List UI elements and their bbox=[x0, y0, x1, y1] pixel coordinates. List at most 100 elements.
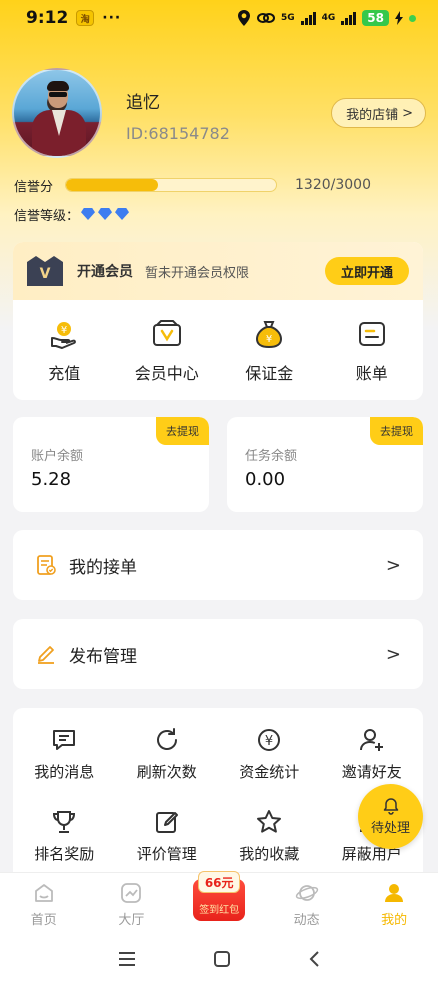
credit-progress-bar bbox=[65, 178, 278, 192]
credit-progress-fill bbox=[66, 179, 159, 191]
my-orders-row[interactable]: 我的接单 > bbox=[13, 530, 423, 600]
credit-level-diamonds bbox=[81, 208, 132, 220]
system-navigation-bar bbox=[0, 936, 438, 981]
redpacket-label: 签到红包 bbox=[199, 905, 240, 916]
pending-label: 待处理 bbox=[370, 821, 410, 836]
credit-level-label: 信誉等级： bbox=[14, 208, 80, 224]
my-shop-button[interactable]: 我的店铺 > bbox=[331, 98, 426, 128]
vip-banner: V 开通会员 暂未开通会员权限 立即开通 bbox=[13, 242, 423, 300]
orders-icon bbox=[37, 555, 56, 575]
tab-hall[interactable]: 大厅 bbox=[88, 873, 176, 936]
bill-button[interactable]: 账单 bbox=[321, 300, 424, 400]
tab-hall-label: 大厅 bbox=[118, 913, 145, 928]
vip-center-icon bbox=[152, 320, 181, 346]
tab-dynamics-label: 动态 bbox=[293, 913, 320, 928]
menu-icon[interactable] bbox=[118, 951, 136, 967]
vip-title: 开通会员 bbox=[77, 264, 133, 280]
deposit-icon: ¥ bbox=[256, 321, 283, 349]
quick-actions: ¥ 充值 会员中心 ¥ 保证金 账单 bbox=[13, 300, 423, 400]
deposit-label: 保证金 bbox=[245, 364, 294, 383]
privacy-indicator-icon bbox=[409, 14, 416, 22]
pencil-icon bbox=[38, 646, 54, 664]
funds-icon: ¥ bbox=[258, 729, 281, 751]
network-4g-label: 4G bbox=[321, 13, 336, 23]
invite-user-icon bbox=[359, 729, 383, 751]
tab-dynamics[interactable]: 动态 bbox=[263, 873, 351, 936]
account-balance-label: 账户余额 bbox=[31, 449, 84, 464]
activate-vip-button[interactable]: 立即开通 bbox=[324, 257, 409, 285]
bell-icon bbox=[383, 798, 398, 815]
charging-icon bbox=[395, 11, 403, 25]
tab-mine[interactable]: 我的 bbox=[350, 873, 438, 936]
deposit-button[interactable]: ¥ 保证金 bbox=[218, 300, 321, 400]
chevron-right-icon: > bbox=[385, 643, 401, 665]
recharge-label: 充值 bbox=[48, 364, 81, 383]
credit-score-label: 信誉分 bbox=[14, 179, 54, 195]
ranking-rewards-button[interactable]: 排名奖励 bbox=[13, 790, 116, 872]
refresh-icon bbox=[156, 728, 177, 750]
vip-center-label: 会员中心 bbox=[134, 364, 199, 383]
account-balance-card[interactable]: 去提现 账户余额 5.28 bbox=[13, 417, 209, 512]
my-messages-button[interactable]: 我的消息 bbox=[13, 708, 116, 790]
status-right: 5G 4G 58 bbox=[237, 10, 416, 26]
edit-review-icon bbox=[155, 812, 178, 833]
redpacket-amount: 66元 bbox=[198, 871, 241, 893]
recharge-button[interactable]: ¥ 充值 bbox=[13, 300, 116, 400]
withdraw-button[interactable]: 去提现 bbox=[156, 417, 209, 445]
credit-score-value: 1320/3000 bbox=[295, 177, 371, 193]
battery-level: 58 bbox=[362, 10, 389, 26]
back-icon[interactable] bbox=[308, 950, 320, 968]
task-balance-card[interactable]: 去提现 任务余额 0.00 bbox=[227, 417, 423, 512]
chevron-right-icon: > bbox=[402, 105, 413, 121]
review-management-button[interactable]: 评价管理 bbox=[116, 790, 219, 872]
status-time: 9:12 bbox=[26, 8, 69, 28]
vip-crown-icon: V bbox=[27, 256, 63, 286]
message-icon bbox=[53, 730, 76, 750]
recharge-icon: ¥ bbox=[51, 322, 77, 349]
signal-icon-2 bbox=[341, 11, 357, 25]
avatar[interactable] bbox=[12, 68, 102, 158]
signal-icon bbox=[300, 11, 316, 25]
funds-stats-button[interactable]: ¥ 资金统计 bbox=[218, 708, 321, 790]
tab-home-label: 首页 bbox=[30, 913, 57, 928]
user-id: ID:68154782 bbox=[126, 124, 230, 143]
diamond-icon bbox=[115, 208, 130, 220]
home-square-icon[interactable] bbox=[213, 950, 231, 968]
credit-score-row: 信誉分 1320/3000 bbox=[14, 176, 424, 195]
account-balance-value: 5.28 bbox=[31, 469, 72, 490]
diamond-icon bbox=[81, 208, 96, 220]
ranking-rewards-label: 排名奖励 bbox=[34, 845, 95, 863]
my-favorites-label: 我的收藏 bbox=[239, 845, 300, 863]
task-balance-value: 0.00 bbox=[245, 469, 286, 490]
tab-home[interactable]: 首页 bbox=[0, 873, 88, 936]
notification-app-icon: 淘 bbox=[76, 10, 95, 26]
tab-checkin-redpacket[interactable]: 66元 签到红包 bbox=[175, 871, 263, 936]
tab-mine-label: 我的 bbox=[381, 913, 408, 928]
bill-icon bbox=[358, 322, 385, 346]
network-5g-label: 5G bbox=[280, 13, 295, 23]
svg-text:¥: ¥ bbox=[266, 334, 272, 345]
invite-friends-button[interactable]: 邀请好友 bbox=[321, 708, 424, 790]
link-icon bbox=[256, 13, 275, 23]
my-favorites-button[interactable]: 我的收藏 bbox=[218, 790, 321, 872]
pending-floating-button[interactable]: 待处理 bbox=[358, 784, 423, 849]
username: 追忆 bbox=[126, 93, 160, 113]
diamond-icon bbox=[98, 208, 113, 220]
refresh-count-button[interactable]: 刷新次数 bbox=[116, 708, 219, 790]
funds-stats-label: 资金统计 bbox=[239, 763, 300, 781]
trophy-icon bbox=[53, 811, 76, 833]
status-bar: 9:12 淘 ··· 5G 4G 58 bbox=[0, 0, 438, 36]
user-icon bbox=[385, 884, 404, 902]
credit-level-row: 信誉等级： bbox=[14, 205, 132, 224]
vip-center-button[interactable]: 会员中心 bbox=[116, 300, 219, 400]
task-withdraw-button[interactable]: 去提现 bbox=[370, 417, 423, 445]
star-icon bbox=[257, 810, 282, 833]
planet-icon bbox=[295, 885, 318, 901]
vip-description: 暂未开通会员权限 bbox=[145, 265, 250, 281]
svg-text:¥: ¥ bbox=[265, 734, 273, 749]
location-icon bbox=[237, 10, 250, 26]
vip-card: V 开通会员 暂未开通会员权限 立即开通 ¥ 充值 会员中心 ¥ 保证金 账单 bbox=[13, 242, 423, 400]
svg-text:¥: ¥ bbox=[61, 325, 67, 336]
publish-management-row[interactable]: 发布管理 > bbox=[13, 619, 423, 689]
chevron-right-icon: > bbox=[385, 554, 401, 576]
